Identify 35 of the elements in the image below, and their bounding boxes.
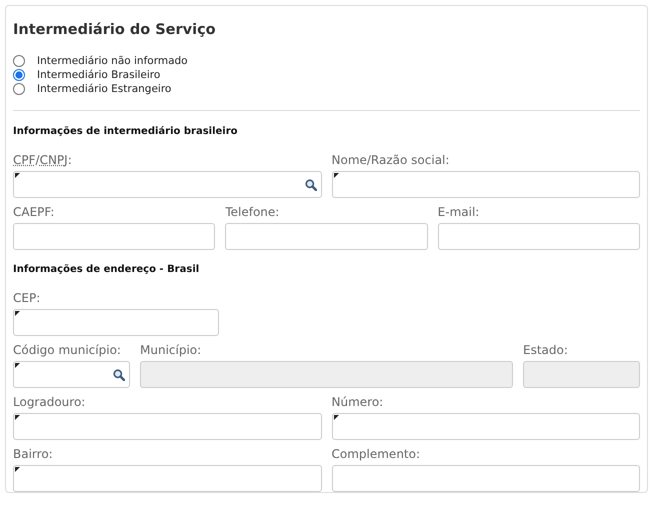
input-field[interactable] [332, 412, 640, 440]
field-label: CPF/CNPJ: [13, 152, 72, 168]
section-heading: Informações de intermediário brasileiro [13, 124, 239, 139]
input-field[interactable] [13, 308, 219, 336]
field-label: Código município: [13, 342, 121, 358]
field-label: CEP: [13, 290, 40, 306]
radio-label: Intermediário não informado [37, 54, 188, 68]
search-icon[interactable] [304, 178, 316, 191]
input-field[interactable] [13, 412, 322, 440]
input-field[interactable] [13, 360, 130, 388]
field-label: Bairro: [13, 446, 53, 462]
input-field[interactable] [225, 222, 428, 250]
radio-button[interactable] [13, 82, 25, 95]
field-label: Nome/Razão social: [332, 152, 450, 168]
radio-label: Intermediário Brasileiro [37, 68, 160, 82]
field-label: Estado: [523, 342, 568, 358]
field-label: Telefone: [225, 204, 280, 220]
search-icon[interactable] [113, 368, 125, 381]
radio-button[interactable] [13, 68, 25, 81]
field-label: E-mail: [438, 204, 480, 220]
radio-button[interactable] [13, 54, 25, 67]
input-field[interactable] [13, 170, 322, 198]
section-heading: Informações de endereço - Brasil [13, 262, 200, 277]
input-field[interactable] [438, 222, 640, 250]
section-title: Intermediário do Serviço [13, 21, 217, 40]
field-label: Número: [332, 394, 384, 410]
input-field[interactable] [13, 222, 216, 250]
radio-label: Intermediário Estrangeiro [37, 82, 172, 96]
field-label: Município: [140, 342, 202, 358]
input-field[interactable] [13, 464, 322, 492]
input-field[interactable] [332, 464, 640, 492]
input-field[interactable] [332, 170, 640, 198]
field-label: CAEPF: [13, 204, 54, 220]
field-label: Complemento: [332, 446, 420, 462]
field-label: Logradouro: [13, 394, 86, 410]
